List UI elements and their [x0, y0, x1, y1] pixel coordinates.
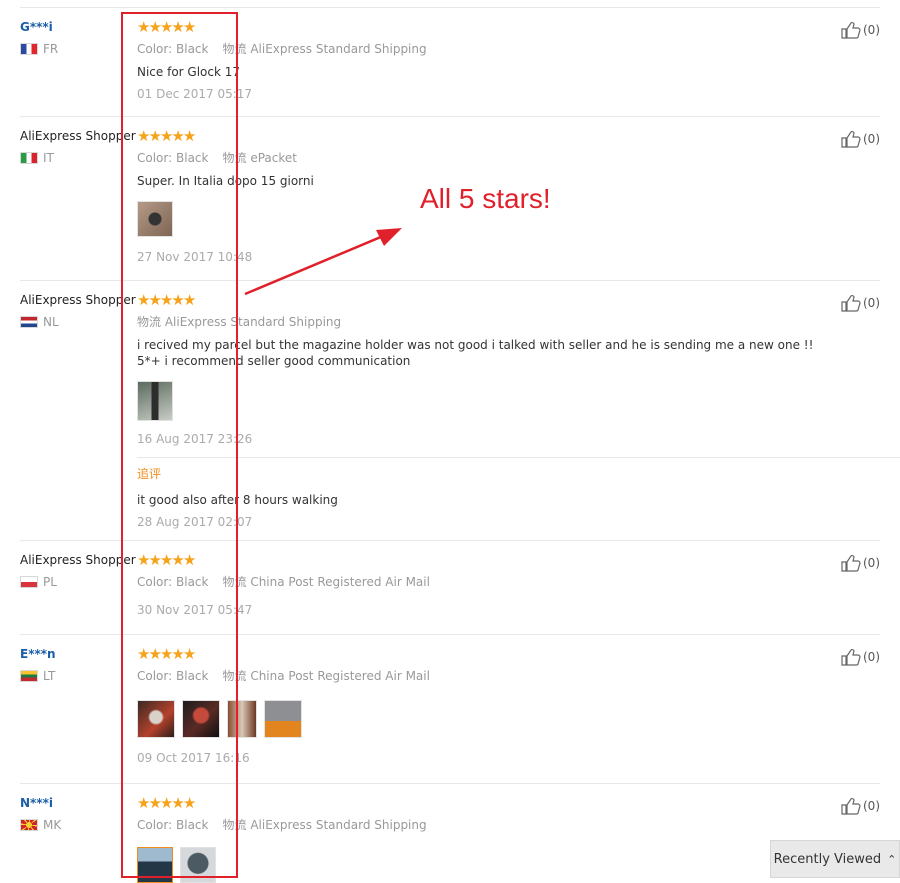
country-code: MK — [43, 818, 62, 832]
followup-divider — [137, 457, 900, 458]
annotation-text: All 5 stars! — [420, 183, 551, 214]
country-code: LT — [43, 669, 56, 683]
review-attributes: Color: Black 物流 ePacket — [137, 151, 297, 165]
star-icon: ★ — [182, 126, 197, 145]
helpful-button[interactable]: (0) — [841, 294, 880, 312]
review-attributes: Color: Black 物流 AliExpress Standard Shipp… — [137, 42, 427, 56]
helpful-button[interactable]: (0) — [841, 797, 880, 815]
country-code: FR — [43, 42, 59, 56]
thumbs-up-icon — [841, 797, 861, 815]
review-attributes: Color: Black 物流 AliExpress Standard Shipp… — [137, 818, 427, 832]
followup-text: it good also after 8 hours walking — [137, 493, 338, 507]
review-item: AliExpress Shopper PL ★ ★ ★ ★ ★ Color: Black… — [20, 540, 880, 635]
star-icon: ★ — [182, 17, 197, 36]
followup-label: 追评 — [137, 467, 162, 481]
reviewer-name: AliExpress Shopper — [20, 293, 136, 307]
followup-date: 28 Aug 2017 02:07 — [137, 515, 253, 529]
review-date: 16 Aug 2017 23:26 — [137, 432, 253, 446]
review-item: G***i FR ★ ★ ★ ★ ★ Color: Black 物流 AliExpress… — [20, 7, 880, 117]
review-photo[interactable] — [137, 381, 173, 421]
star-icon: ★ — [182, 793, 197, 812]
reviewer-name[interactable]: E***n — [20, 646, 138, 662]
review-date: 09 Oct 2017 16:16 — [137, 751, 250, 765]
flag-fr-icon — [20, 43, 38, 55]
star-icon: ★ — [182, 290, 197, 309]
thumbs-up-icon — [841, 648, 861, 666]
review-text: Nice for Glock 17 — [137, 65, 241, 79]
star-rating: ★ ★ ★ ★ ★ — [137, 646, 827, 662]
recently-viewed-label: Recently Viewed — [773, 851, 882, 867]
helpful-button[interactable]: (0) — [841, 648, 880, 666]
chevron-up-icon: ⌃ — [887, 852, 897, 866]
reviewer-name[interactable]: N***i — [20, 795, 138, 811]
review-photo[interactable] — [137, 700, 175, 738]
star-icon: ★ — [182, 644, 197, 663]
reviewer-name: AliExpress Shopper — [20, 553, 136, 567]
review-attributes: 物流 AliExpress Standard Shipping — [137, 315, 342, 329]
flag-pl-icon — [20, 576, 38, 588]
reviewer-name: AliExpress Shopper — [20, 129, 136, 143]
country-code: IT — [43, 151, 54, 165]
review-photo[interactable] — [264, 700, 302, 738]
country-code: NL — [43, 315, 59, 329]
review-attributes: Color: Black 物流 China Post Registered Air… — [137, 669, 430, 683]
thumbs-up-icon — [841, 130, 861, 148]
review-attributes: Color: Black 物流 China Post Registered Air… — [137, 575, 430, 589]
star-icon: ★ — [182, 550, 197, 569]
country-code: PL — [43, 575, 57, 589]
recently-viewed-button[interactable]: Recently Viewed ⌃ — [770, 840, 900, 878]
thumbs-up-icon — [841, 294, 861, 312]
review-item: N***i MK ★ ★ ★ ★ ★ Color: Black 物流 AliExpress… — [20, 783, 880, 883]
review-item: AliExpress Shopper NL ★ ★ ★ ★ ★ 物流 AliExpres… — [20, 280, 900, 541]
review-date: 30 Nov 2017 05:47 — [137, 603, 253, 617]
flag-mk-icon — [20, 819, 38, 831]
reviewer-name[interactable]: G***i — [20, 19, 138, 35]
arrow-icon — [244, 228, 402, 296]
helpful-button[interactable]: (0) — [841, 130, 880, 148]
helpful-button[interactable]: (0) — [841, 554, 880, 572]
star-rating: ★ ★ ★ ★ ★ — [137, 19, 827, 35]
flag-nl-icon — [20, 316, 38, 328]
review-date: 01 Dec 2017 05:17 — [137, 87, 253, 101]
review-photo[interactable] — [182, 700, 220, 738]
star-rating: ★ ★ ★ ★ ★ — [137, 552, 827, 568]
thumbs-up-icon — [841, 554, 861, 572]
helpful-button[interactable]: (0) — [841, 21, 880, 39]
flag-lt-icon — [20, 670, 38, 682]
star-rating: ★ ★ ★ ★ ★ — [137, 795, 827, 811]
thumbs-up-icon — [841, 21, 861, 39]
star-rating: ★ ★ ★ ★ ★ — [137, 128, 827, 144]
flag-it-icon — [20, 152, 38, 164]
review-item: E***n LT ★ ★ ★ ★ ★ Color: Black 物流 China Post… — [20, 634, 880, 784]
review-text: i recived my parcel but the magazine hol… — [137, 338, 814, 368]
review-photo[interactable] — [137, 201, 173, 237]
review-photo[interactable] — [227, 700, 257, 738]
